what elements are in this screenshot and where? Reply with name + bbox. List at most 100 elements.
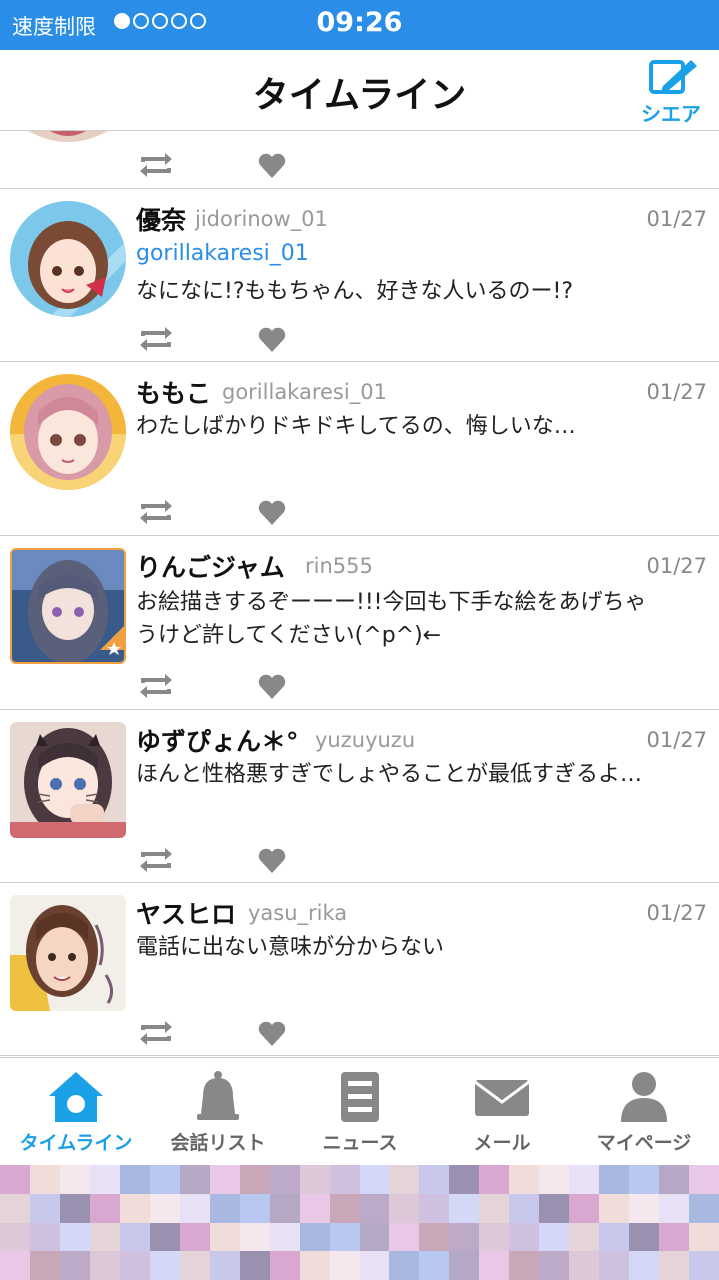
ad-pixel: [209, 1193, 240, 1223]
avatar[interactable]: [10, 722, 126, 838]
ad-pixel: [599, 1251, 630, 1280]
like-icon[interactable]: [258, 1021, 286, 1047]
ad-pixel: [329, 1222, 360, 1252]
ad-pixel: [149, 1165, 180, 1194]
like-icon[interactable]: [258, 674, 286, 700]
timeline-row[interactable]: ももこ gorillakaresi_01 01/27 わたしばかりドキドキしてる…: [0, 362, 719, 536]
ad-pixel: [509, 1165, 540, 1194]
clock: 09:26: [316, 7, 403, 38]
ad-pixel: [269, 1193, 300, 1223]
avatar[interactable]: [10, 548, 126, 664]
ad-pixel: [29, 1165, 60, 1194]
post-date: 01/27: [646, 901, 707, 925]
ad-pixel: [629, 1165, 660, 1194]
ad-pixel: [179, 1193, 210, 1223]
nav-item-timeline[interactable]: タイムライン: [4, 1058, 148, 1166]
like-icon[interactable]: [258, 153, 286, 179]
user-handle: yasu_rika: [248, 901, 348, 925]
page-title: タイムライン: [252, 75, 467, 116]
person-icon: [621, 1072, 667, 1122]
ad-pixel: [89, 1222, 120, 1252]
ad-pixel: [359, 1222, 390, 1252]
ad-pixel: [89, 1251, 120, 1280]
ad-pixel: [509, 1222, 540, 1252]
timeline-row[interactable]: 優奈 jidorinow_01 01/27 gorillakaresi_01 な…: [0, 189, 719, 362]
ad-pixel: [209, 1165, 240, 1194]
post-text-line: うけど許してください(^p^)←: [136, 623, 442, 648]
ad-pixel: [689, 1165, 719, 1194]
ad-pixel: [689, 1222, 719, 1252]
retweet-icon[interactable]: [137, 1019, 175, 1047]
ad-banner[interactable]: [0, 1165, 719, 1280]
ad-pixel: [269, 1165, 300, 1194]
avatar-partial: [28, 131, 108, 142]
ad-pixel: [569, 1222, 600, 1252]
ad-pixel: [149, 1193, 180, 1223]
user-name: ゆずぴょん＊°: [136, 727, 299, 756]
ad-pixel: [209, 1251, 240, 1280]
ad-pixel: [449, 1222, 480, 1252]
ad-pixel: [149, 1222, 180, 1252]
ad-pixel: [59, 1165, 90, 1194]
ad-pixel: [149, 1251, 180, 1280]
ad-pixel: [0, 1222, 30, 1252]
user-handle: jidorinow_01: [195, 207, 328, 231]
retweet-icon[interactable]: [137, 498, 175, 526]
compose-icon: [649, 60, 697, 94]
like-icon[interactable]: [258, 500, 286, 526]
ad-pixel: [629, 1222, 660, 1252]
nav-item-news[interactable]: ニュース: [288, 1058, 432, 1166]
retweet-icon[interactable]: [137, 151, 175, 179]
user-name: ももこ: [136, 379, 212, 408]
post-date: 01/27: [646, 207, 707, 231]
avatar[interactable]: [10, 895, 126, 1011]
ad-pixel: [179, 1222, 210, 1252]
user-name: ヤスヒロ: [136, 900, 237, 929]
timeline-row[interactable]: ゆずぴょん＊° yuzuyuzu 01/27 ほんと性格悪すぎでしょやることが最…: [0, 710, 719, 883]
ad-pixel: [629, 1251, 660, 1280]
ad-pixel: [629, 1193, 660, 1223]
ad-pixel: [299, 1193, 330, 1223]
ad-pixel: [689, 1193, 719, 1223]
avatar[interactable]: [10, 374, 126, 490]
nav-label: マイページ: [596, 1132, 692, 1154]
ad-pixel: [59, 1193, 90, 1223]
ad-pixel: [539, 1193, 570, 1223]
ad-pixel: [59, 1251, 90, 1280]
timeline-row-partial[interactable]: [0, 131, 719, 189]
share-button[interactable]: シエア: [633, 56, 709, 126]
timeline-row[interactable]: りんごジャム rin555 01/27 お絵描きするぞーーー!!!今回も下手な絵…: [0, 536, 719, 710]
reply-to-link[interactable]: gorillakaresi_01: [136, 241, 309, 266]
ad-pixel: [479, 1165, 510, 1194]
retweet-icon[interactable]: [137, 672, 175, 700]
nav-item-mypage[interactable]: マイページ: [572, 1058, 716, 1166]
ad-pixel: [539, 1222, 570, 1252]
ad-pixel: [29, 1251, 60, 1280]
nav-item-conversations[interactable]: 会話リスト: [146, 1058, 290, 1166]
ad-pixel: [569, 1193, 600, 1223]
user-name: りんごジャム: [136, 553, 285, 582]
ad-pixel: [449, 1165, 480, 1194]
post-text-line: 電話に出ない意味が分からない: [136, 935, 445, 960]
like-icon[interactable]: [258, 848, 286, 874]
post-date: 01/27: [646, 728, 707, 752]
retweet-icon[interactable]: [137, 325, 175, 353]
ad-pixel: [509, 1251, 540, 1280]
ad-pixel: [479, 1222, 510, 1252]
ad-pixel: [599, 1222, 630, 1252]
timeline-row[interactable]: ヤスヒロ yasu_rika 01/27 電話に出ない意味が分からない: [0, 883, 719, 1056]
ad-pixel: [419, 1222, 450, 1252]
ad-pixel: [389, 1222, 420, 1252]
ad-pixel: [329, 1193, 360, 1223]
avatar[interactable]: [10, 201, 126, 317]
like-icon[interactable]: [258, 327, 286, 353]
ad-pixel: [389, 1193, 420, 1223]
nav-item-mail[interactable]: メール: [430, 1058, 574, 1166]
ad-pixel: [59, 1222, 90, 1252]
ad-pixel: [29, 1222, 60, 1252]
user-handle: rin555: [305, 554, 373, 578]
nav-label: メール: [473, 1132, 531, 1154]
ad-pixel: [89, 1165, 120, 1194]
home-icon: [49, 1072, 103, 1122]
retweet-icon[interactable]: [137, 846, 175, 874]
